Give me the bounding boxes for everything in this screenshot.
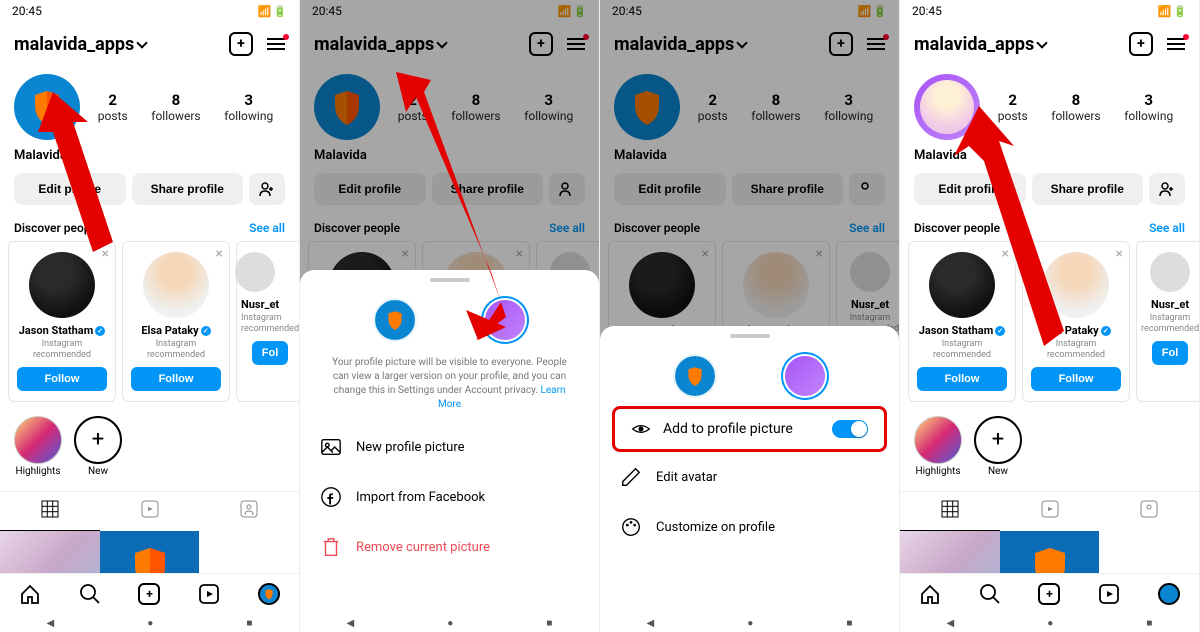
add-friend-button[interactable]	[249, 173, 285, 205]
verified-icon: ✓	[201, 326, 211, 336]
nav-reels[interactable]	[1097, 582, 1121, 606]
suggestion-avatar[interactable]	[143, 252, 209, 318]
new-highlight-button[interactable]: +New	[974, 416, 1022, 477]
sheet-handle[interactable]	[730, 334, 770, 338]
tab-reels[interactable]	[1000, 492, 1100, 531]
toggle-switch[interactable]	[832, 420, 868, 438]
stat-followers[interactable]: 8followers	[151, 91, 200, 123]
privacy-notice: Your profile picture will be visible to …	[300, 350, 599, 422]
eye-icon	[631, 419, 651, 439]
tab-current-photo[interactable]	[675, 356, 715, 396]
nav-profile[interactable]	[257, 582, 281, 606]
tab-tagged[interactable]	[199, 492, 299, 531]
nav-home[interactable]	[918, 582, 942, 606]
back-icon[interactable]: ◀	[947, 618, 955, 629]
nav-reels[interactable]	[197, 582, 221, 606]
home-icon[interactable]: ●	[1047, 618, 1053, 629]
add-friend-button[interactable]	[1149, 173, 1185, 205]
nav-search[interactable]	[78, 582, 102, 606]
nav-search[interactable]	[978, 582, 1002, 606]
back-icon[interactable]: ◀	[47, 618, 55, 629]
add-to-profile-toggle[interactable]: Add to profile picture	[612, 406, 887, 452]
follow-button[interactable]: Fol	[252, 341, 288, 365]
annotation-arrow	[954, 106, 1064, 346]
tab-reels[interactable]	[100, 492, 200, 531]
nav-create[interactable]: +	[137, 582, 161, 606]
import-facebook-option[interactable]: Import from Facebook	[300, 472, 599, 522]
bottom-nav: +	[0, 573, 299, 614]
new-highlight-button[interactable]: +New	[74, 416, 122, 477]
menu-button[interactable]	[267, 38, 285, 50]
tab-grid[interactable]	[900, 492, 1000, 531]
status-icons: 📶🔋	[256, 4, 287, 18]
highlight-item[interactable]: Highlights	[914, 416, 962, 477]
username-label: malavida_apps	[14, 34, 134, 55]
follow-button[interactable]: Follow	[17, 367, 107, 391]
username-dropdown[interactable]: malavida_apps	[14, 34, 146, 55]
see-all-link[interactable]: See all	[249, 221, 285, 235]
follow-button[interactable]: Follow	[917, 367, 1007, 391]
suggestion-card: × Jason Statham✓ Instagram recommended F…	[8, 241, 116, 402]
tab-tagged[interactable]	[1099, 492, 1199, 531]
profile-header: malavida_apps +	[0, 22, 299, 66]
screen-1: 20:45 📶🔋 malavida_apps + 2posts 8followe…	[0, 0, 300, 632]
nav-profile[interactable]	[1157, 582, 1181, 606]
screen-3: 20:45📶🔋 malavida_apps + 2posts 8follower…	[600, 0, 900, 632]
see-all-link[interactable]: See all	[1149, 221, 1185, 235]
annotation-arrow	[38, 92, 128, 252]
remove-picture-option[interactable]: Remove current picture	[300, 522, 599, 572]
tab-grid[interactable]	[0, 492, 100, 531]
edit-avatar-option[interactable]: Edit avatar	[600, 452, 899, 502]
status-time: 20:45	[12, 4, 42, 18]
annotation-arrow	[396, 72, 506, 340]
follow-button[interactable]: Follow	[131, 367, 221, 391]
suggestion-card: Nusr_et Instagram recommended Fol	[236, 241, 300, 402]
username-dropdown[interactable]: malavida_apps	[914, 34, 1046, 55]
create-button[interactable]: +	[1129, 32, 1153, 56]
close-icon[interactable]: ×	[1116, 246, 1123, 262]
menu-button[interactable]	[1167, 38, 1185, 50]
recent-icon[interactable]: ■	[1146, 618, 1152, 629]
new-profile-picture-option[interactable]: New profile picture	[300, 422, 599, 472]
system-nav: ◀ ● ■	[0, 614, 299, 632]
suggestion-avatar[interactable]	[235, 252, 275, 292]
tab-avatar[interactable]	[785, 356, 825, 396]
screen-2: 20:45📶🔋 malavida_apps + 2posts 8follower…	[300, 0, 600, 632]
share-profile-button[interactable]: Share profile	[132, 173, 244, 205]
stat-following[interactable]: 3following	[1124, 91, 1173, 123]
suggestion-card: × Elsa Pataky✓ Instagram recommended Fol…	[122, 241, 230, 402]
status-bar: 20:45 📶🔋	[0, 0, 299, 22]
create-button[interactable]: +	[229, 32, 253, 56]
verified-icon: ✓	[95, 326, 105, 336]
suggestions-carousel[interactable]: × Jason Statham✓ Instagram recommended F…	[0, 241, 299, 402]
highlights-row: Highlights +New	[0, 402, 299, 491]
suggestion-avatar[interactable]	[29, 252, 95, 318]
avatar-sheet: Add to profile picture Edit avatar Custo…	[600, 326, 899, 632]
nav-home[interactable]	[18, 582, 42, 606]
close-icon[interactable]: ×	[216, 246, 223, 262]
notification-dot-icon	[283, 34, 289, 40]
profile-tabs	[0, 491, 299, 531]
username-dropdown[interactable]: malavida_apps	[314, 34, 446, 55]
suggestion-card: Nusr_etInstagram recommendedFol	[1136, 241, 1200, 402]
follow-button[interactable]: Follow	[1031, 367, 1121, 391]
customize-option[interactable]: Customize on profile	[600, 502, 899, 552]
screen-4: 20:45📶🔋 malavida_apps + 2posts 8follower…	[900, 0, 1200, 632]
stat-following[interactable]: 3following	[224, 91, 273, 123]
nav-create[interactable]: +	[1037, 582, 1061, 606]
recent-icon[interactable]: ■	[246, 618, 252, 629]
home-icon[interactable]: ●	[147, 618, 153, 629]
chevron-down-icon	[137, 37, 148, 48]
highlight-item[interactable]: Highlights	[14, 416, 62, 477]
